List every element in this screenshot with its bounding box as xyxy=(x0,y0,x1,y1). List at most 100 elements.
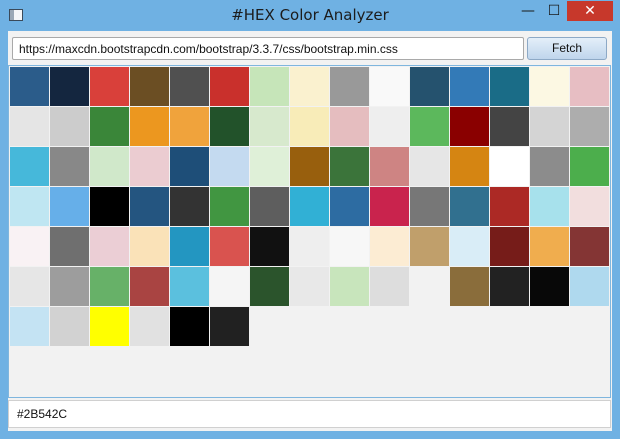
color-swatch[interactable] xyxy=(250,187,289,226)
color-swatch[interactable] xyxy=(370,227,409,266)
color-swatch[interactable] xyxy=(170,267,209,306)
color-swatch[interactable] xyxy=(530,227,569,266)
color-swatch[interactable] xyxy=(50,147,89,186)
color-swatch[interactable] xyxy=(10,267,49,306)
color-swatch[interactable] xyxy=(210,107,249,146)
color-swatch[interactable] xyxy=(90,307,129,346)
color-swatch[interactable] xyxy=(530,107,569,146)
color-swatch[interactable] xyxy=(170,147,209,186)
color-swatch[interactable] xyxy=(170,187,209,226)
color-swatch[interactable] xyxy=(530,267,569,306)
color-swatch[interactable] xyxy=(570,187,609,226)
color-swatch[interactable] xyxy=(130,227,169,266)
color-swatch[interactable] xyxy=(90,147,129,186)
color-swatch[interactable] xyxy=(370,267,409,306)
color-swatch[interactable] xyxy=(130,107,169,146)
color-swatch[interactable] xyxy=(570,67,609,106)
color-swatch[interactable] xyxy=(170,307,209,346)
color-swatch[interactable] xyxy=(10,307,49,346)
color-swatch[interactable] xyxy=(290,107,329,146)
color-swatch[interactable] xyxy=(10,187,49,226)
color-swatch[interactable] xyxy=(210,227,249,266)
color-swatch[interactable] xyxy=(250,267,289,306)
color-swatch[interactable] xyxy=(50,227,89,266)
color-swatch[interactable] xyxy=(570,267,609,306)
color-swatch[interactable] xyxy=(450,267,489,306)
color-swatch[interactable] xyxy=(330,227,369,266)
color-swatch[interactable] xyxy=(130,187,169,226)
color-swatch[interactable] xyxy=(570,107,609,146)
color-swatch[interactable] xyxy=(250,107,289,146)
color-swatch[interactable] xyxy=(10,227,49,266)
color-swatch[interactable] xyxy=(50,107,89,146)
color-swatch[interactable] xyxy=(410,227,449,266)
color-swatch[interactable] xyxy=(290,227,329,266)
color-swatch[interactable] xyxy=(90,107,129,146)
minimize-button[interactable]: — xyxy=(515,1,541,21)
color-swatch[interactable] xyxy=(250,227,289,266)
color-swatch[interactable] xyxy=(370,187,409,226)
color-swatch[interactable] xyxy=(570,227,609,266)
color-swatch[interactable] xyxy=(410,107,449,146)
color-swatch[interactable] xyxy=(130,267,169,306)
color-swatch[interactable] xyxy=(450,227,489,266)
color-swatch[interactable] xyxy=(490,67,529,106)
color-swatch[interactable] xyxy=(90,227,129,266)
color-swatch[interactable] xyxy=(370,67,409,106)
color-swatch[interactable] xyxy=(450,67,489,106)
color-swatch[interactable] xyxy=(450,107,489,146)
color-swatch[interactable] xyxy=(50,307,89,346)
color-swatch[interactable] xyxy=(290,147,329,186)
color-swatch[interactable] xyxy=(490,267,529,306)
color-swatch[interactable] xyxy=(170,107,209,146)
color-swatch[interactable] xyxy=(330,267,369,306)
color-swatch-panel[interactable] xyxy=(8,65,611,398)
color-swatch[interactable] xyxy=(90,67,129,106)
color-swatch[interactable] xyxy=(490,187,529,226)
close-button[interactable]: ✕ xyxy=(567,1,613,21)
color-swatch[interactable] xyxy=(250,67,289,106)
color-swatch[interactable] xyxy=(490,107,529,146)
color-swatch[interactable] xyxy=(210,307,249,346)
color-swatch[interactable] xyxy=(50,267,89,306)
color-swatch[interactable] xyxy=(450,187,489,226)
color-swatch[interactable] xyxy=(10,147,49,186)
color-swatch[interactable] xyxy=(210,67,249,106)
color-swatch[interactable] xyxy=(490,147,529,186)
color-swatch[interactable] xyxy=(530,147,569,186)
color-swatch[interactable] xyxy=(90,187,129,226)
color-swatch[interactable] xyxy=(90,267,129,306)
color-swatch[interactable] xyxy=(290,187,329,226)
color-swatch[interactable] xyxy=(170,227,209,266)
color-swatch[interactable] xyxy=(330,187,369,226)
color-swatch[interactable] xyxy=(330,107,369,146)
color-swatch[interactable] xyxy=(330,147,369,186)
color-swatch[interactable] xyxy=(490,227,529,266)
color-swatch[interactable] xyxy=(410,67,449,106)
fetch-button[interactable]: Fetch xyxy=(527,37,607,60)
color-swatch[interactable] xyxy=(410,187,449,226)
color-swatch[interactable] xyxy=(250,147,289,186)
color-swatch[interactable] xyxy=(50,187,89,226)
color-swatch[interactable] xyxy=(410,267,449,306)
color-swatch[interactable] xyxy=(170,67,209,106)
color-swatch[interactable] xyxy=(330,67,369,106)
color-swatch[interactable] xyxy=(450,147,489,186)
color-swatch[interactable] xyxy=(210,147,249,186)
color-swatch[interactable] xyxy=(130,307,169,346)
title-bar[interactable]: #HEX Color Analyzer — ☐ ✕ xyxy=(0,0,620,32)
color-swatch[interactable] xyxy=(210,187,249,226)
maximize-button[interactable]: ☐ xyxy=(541,1,567,21)
color-swatch[interactable] xyxy=(10,67,49,106)
color-swatch[interactable] xyxy=(570,147,609,186)
color-swatch[interactable] xyxy=(410,147,449,186)
selected-color-field[interactable] xyxy=(8,400,611,428)
color-swatch[interactable] xyxy=(130,147,169,186)
color-swatch[interactable] xyxy=(50,67,89,106)
color-swatch[interactable] xyxy=(370,107,409,146)
color-swatch[interactable] xyxy=(210,267,249,306)
color-swatch[interactable] xyxy=(370,147,409,186)
color-swatch[interactable] xyxy=(530,187,569,226)
color-swatch[interactable] xyxy=(130,67,169,106)
color-swatch[interactable] xyxy=(290,267,329,306)
